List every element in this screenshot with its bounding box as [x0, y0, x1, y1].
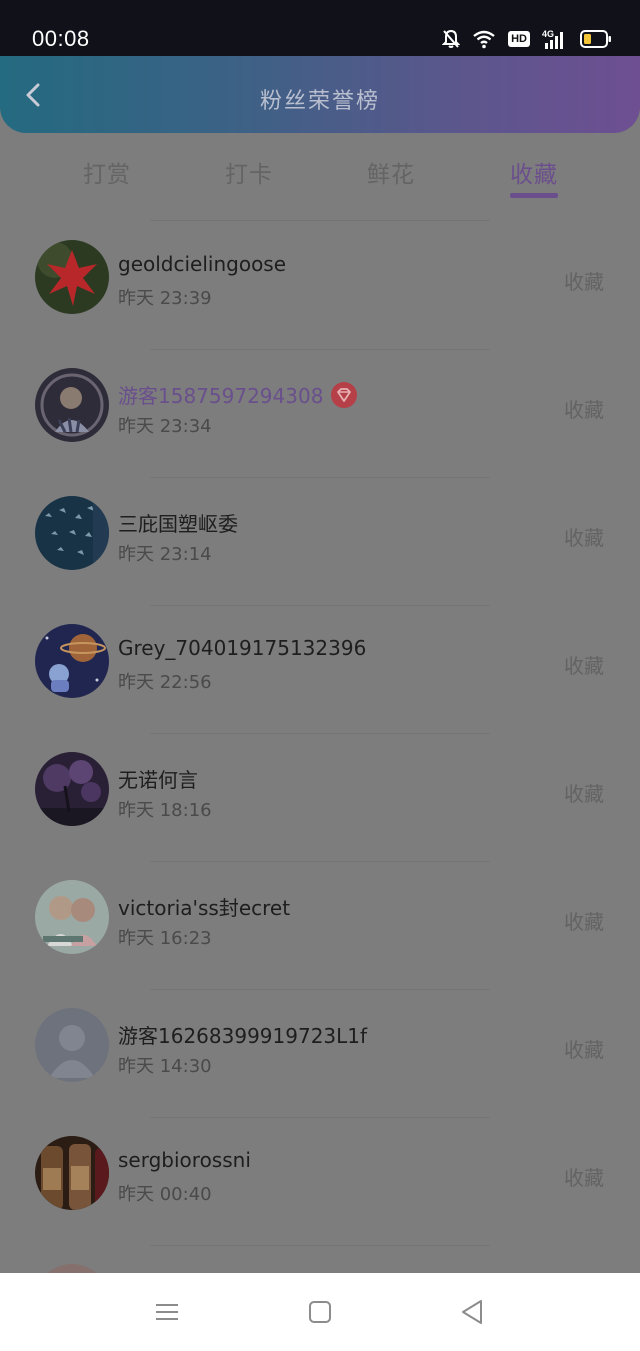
list-item[interactable]: 无诺何言 昨天 18:16 收藏: [0, 734, 640, 862]
list-item[interactable]: geoldcielingoose 昨天 23:39 收藏: [0, 222, 640, 350]
user-name: victoria'ss封ecret: [118, 896, 291, 920]
system-nav-bar: [0, 1273, 640, 1351]
wifi-icon: [472, 29, 496, 49]
tab-active-indicator: [510, 193, 558, 198]
action-label: 收藏: [564, 526, 604, 550]
avatar: [35, 624, 109, 698]
action-label: 收藏: [564, 782, 604, 806]
tab-favorites[interactable]: 收藏: [510, 155, 558, 189]
user-name: geoldcielingoose: [118, 252, 287, 276]
hd-icon: HD: [508, 31, 530, 47]
avatar: [35, 496, 109, 570]
signal-4g-icon: 4G: [542, 28, 568, 50]
avatar: [35, 1008, 109, 1082]
avatar: [35, 240, 109, 314]
list-item[interactable]: sergbiorossni 昨天 00:40 收藏: [0, 1118, 640, 1246]
status-time: 00:08: [32, 26, 90, 51]
avatar: [35, 880, 109, 954]
action-label: 收藏: [564, 910, 604, 934]
timestamp: 昨天 23:14: [118, 544, 212, 565]
avatar: [35, 752, 109, 826]
timestamp: 昨天 22:56: [118, 672, 212, 693]
user-name: 无诺何言: [118, 768, 198, 792]
action-label: 收藏: [564, 398, 604, 422]
home-square-icon[interactable]: [305, 1297, 335, 1327]
user-name: 三庇国塑岖委: [118, 512, 238, 536]
tab-flowers[interactable]: 鲜花: [367, 155, 415, 189]
timestamp: 昨天 23:34: [118, 416, 212, 437]
list-item[interactable]: victoria'ss封ecret 昨天 16:23 收藏: [0, 862, 640, 990]
fan-list: geoldcielingoose 昨天 23:39 收藏 游客158759729…: [0, 222, 640, 1351]
user-name: 游客1587597294308: [118, 380, 358, 411]
svg-text:4G: 4G: [542, 29, 554, 39]
avatar: [35, 1136, 109, 1210]
timestamp: 昨天 00:40: [118, 1184, 212, 1205]
bell-muted-icon: [442, 29, 461, 49]
user-name-text: 游客1587597294308: [118, 384, 324, 408]
header-bar: 粉丝荣誉榜: [0, 56, 640, 133]
list-item[interactable]: Grey_704019175132396 昨天 22:56 收藏: [0, 606, 640, 734]
status-icons: HD 4G: [442, 26, 612, 52]
timestamp: 昨天 23:39: [118, 288, 212, 309]
list-item[interactable]: 三庇国塑岖委 昨天 23:14 收藏: [0, 478, 640, 606]
action-label: 收藏: [564, 1166, 604, 1190]
timestamp: 昨天 18:16: [118, 800, 212, 821]
menu-icon[interactable]: [152, 1297, 182, 1327]
user-name: 游客16268399919723L1f: [118, 1024, 368, 1048]
list-item[interactable]: 游客16268399919723L1f 昨天 14:30 收藏: [0, 990, 640, 1118]
tab-bar: 打赏 打卡 鲜花 收藏: [0, 133, 640, 221]
back-triangle-icon[interactable]: [457, 1297, 487, 1327]
timestamp: 昨天 14:30: [118, 1056, 212, 1077]
avatar: [35, 368, 109, 442]
user-name: Grey_704019175132396: [118, 636, 367, 660]
tab-tip[interactable]: 打赏: [83, 155, 131, 189]
battery-icon: [580, 30, 612, 48]
user-name: sergbiorossni: [118, 1148, 251, 1172]
page-title: 粉丝荣誉榜: [259, 89, 380, 114]
tabs-divider: [150, 220, 490, 221]
action-label: 收藏: [564, 654, 604, 678]
action-label: 收藏: [564, 270, 604, 294]
timestamp: 昨天 16:23: [118, 928, 212, 949]
action-label: 收藏: [564, 1038, 604, 1062]
diamond-vip-icon: [331, 381, 358, 408]
list-item[interactable]: 游客1587597294308 昨天 23:34 收藏: [0, 350, 640, 478]
tab-checkin[interactable]: 打卡: [225, 155, 273, 189]
